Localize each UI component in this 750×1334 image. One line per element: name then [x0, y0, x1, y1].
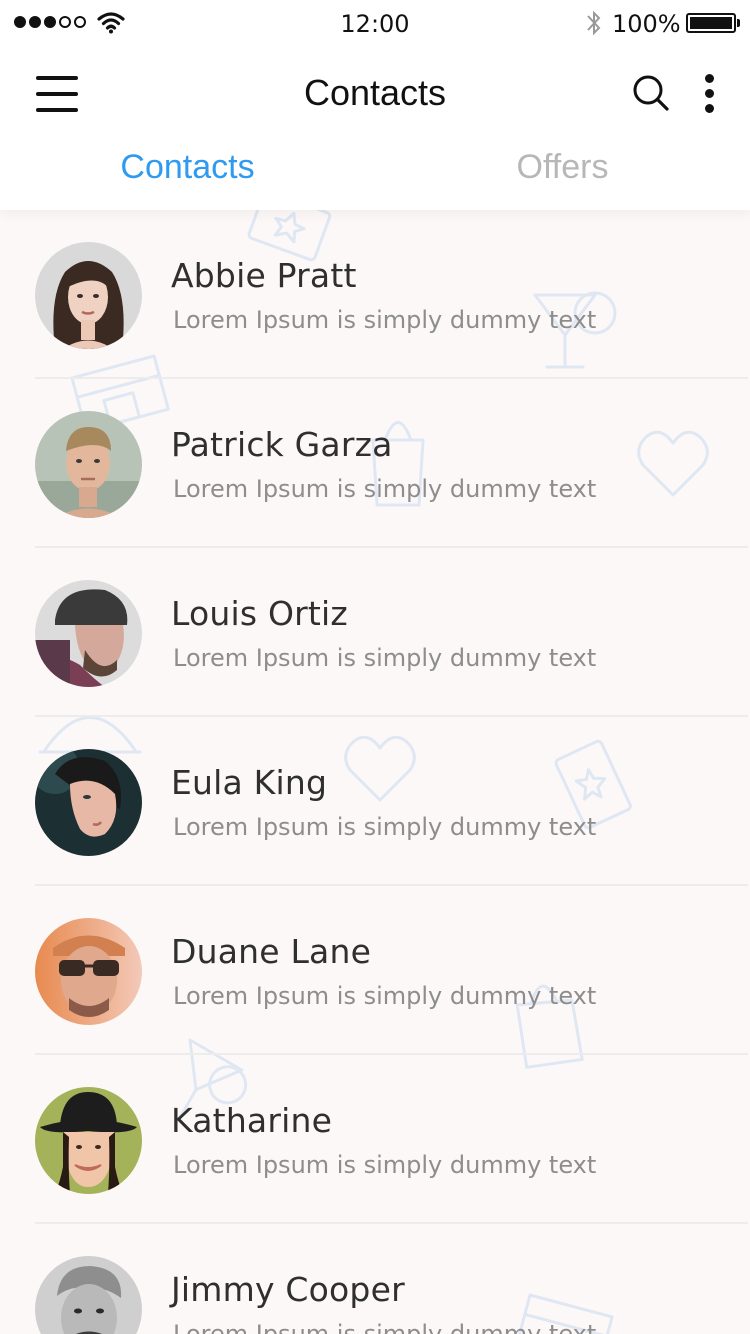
man-sunglasses-cap-avatar: [35, 918, 142, 1025]
contact-name: Patrick Garza: [171, 425, 393, 464]
list-item[interactable]: Jimmy Cooper Lorem Ipsum is simply dummy…: [0, 1224, 750, 1334]
contact-name: Abbie Pratt: [171, 256, 357, 295]
search-icon[interactable]: [632, 74, 670, 112]
contact-subtitle: Lorem Ipsum is simply dummy text: [173, 475, 597, 503]
female-portrait-avatar: [35, 242, 142, 349]
contact-subtitle: Lorem Ipsum is simply dummy text: [173, 306, 597, 334]
contact-subtitle: Lorem Ipsum is simply dummy text: [173, 1151, 597, 1179]
female-profile-avatar: [35, 749, 142, 856]
list-item[interactable]: Abbie Pratt Lorem Ipsum is simply dummy …: [0, 210, 750, 379]
bluetooth-icon: [587, 10, 601, 36]
status-bar: 12:00 100%: [0, 0, 750, 48]
battery-level: [690, 17, 732, 29]
contact-name: Eula King: [171, 763, 328, 802]
contact-name: Duane Lane: [171, 932, 372, 971]
contact-subtitle: Lorem Ipsum is simply dummy text: [173, 813, 597, 841]
avatar: [35, 1256, 142, 1334]
older-man-avatar: [35, 1256, 142, 1334]
battery-icon: [686, 13, 740, 33]
contact-list: Abbie Pratt Lorem Ipsum is simply dummy …: [0, 210, 750, 1334]
tab-contacts[interactable]: Contacts: [0, 148, 375, 187]
avatar: [35, 918, 142, 1025]
male-portrait-avatar: [35, 411, 142, 518]
more-vertical-icon[interactable]: [700, 74, 718, 114]
avatar: [35, 242, 142, 349]
contact-name: Louis Ortiz: [171, 594, 348, 633]
avatar: [35, 411, 142, 518]
bearded-man-beanie-avatar: [35, 580, 142, 687]
list-item[interactable]: Eula King Lorem Ipsum is simply dummy te…: [0, 717, 750, 886]
tab-offers[interactable]: Offers: [375, 148, 750, 187]
list-item[interactable]: Duane Lane Lorem Ipsum is simply dummy t…: [0, 886, 750, 1055]
contact-name: Jimmy Cooper: [171, 1270, 405, 1309]
avatar: [35, 749, 142, 856]
contact-subtitle: Lorem Ipsum is simply dummy text: [173, 1320, 597, 1334]
woman-hat-avatar: [35, 1087, 142, 1194]
avatar: [35, 580, 142, 687]
battery-percent: 100%: [612, 10, 681, 38]
app-header: Contacts Contacts Offers: [0, 48, 750, 210]
contacts-screen: 12:00 100% Contacts Contacts Offers Abbi…: [0, 0, 750, 1334]
contact-subtitle: Lorem Ipsum is simply dummy text: [173, 644, 597, 672]
list-item[interactable]: Patrick Garza Lorem Ipsum is simply dumm…: [0, 379, 750, 548]
contact-subtitle: Lorem Ipsum is simply dummy text: [173, 982, 597, 1010]
list-item[interactable]: Louis Ortiz Lorem Ipsum is simply dummy …: [0, 548, 750, 717]
contact-name: Katharine: [171, 1101, 333, 1140]
list-item[interactable]: Katharine Lorem Ipsum is simply dummy te…: [0, 1055, 750, 1224]
avatar: [35, 1087, 142, 1194]
